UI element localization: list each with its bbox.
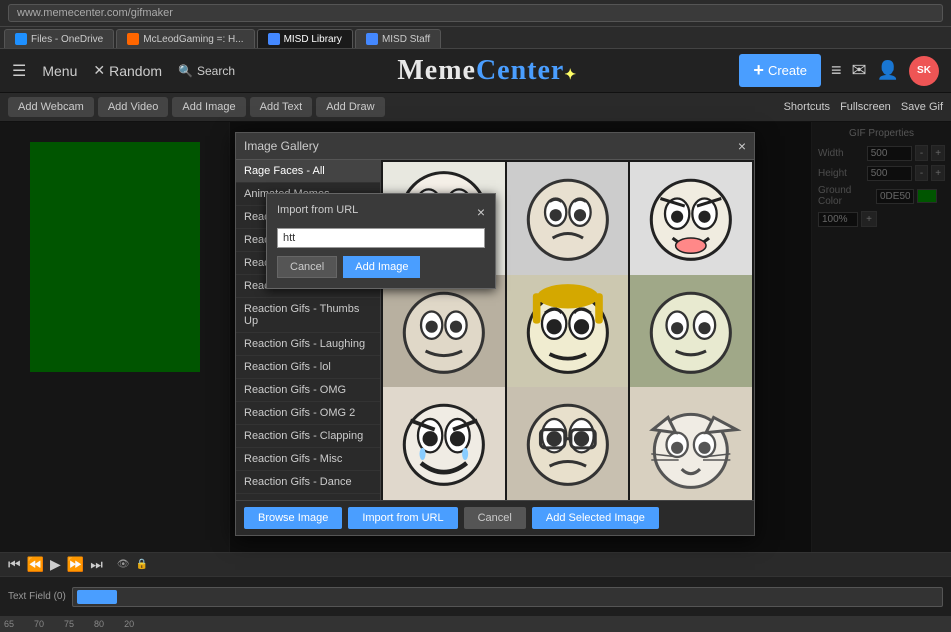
fullscreen-link[interactable]: Fullscreen [840, 101, 891, 113]
main-area: GIF Properties Width - + Height - + Grou… [0, 122, 951, 552]
track-block[interactable] [77, 590, 117, 604]
search-icon: 🔍 [178, 64, 193, 78]
random-icon: ✕ [93, 62, 105, 79]
add-selected-image-button[interactable]: Add Selected Image [532, 507, 659, 529]
timeline-end-btn[interactable]: ⏭ [90, 556, 103, 573]
import-url-input[interactable] [277, 228, 485, 248]
toolbar: Add Webcam Add Video Add Image Add Text … [0, 93, 951, 122]
image-cell-9[interactable] [630, 387, 752, 500]
track-label: Text Field (0) [8, 591, 68, 602]
timeline-controls: ⏮ ⏪ ▶ ⏩ ⏭ 👁 🔒 [0, 553, 951, 577]
timeline-prev-btn[interactable]: ⏪ [27, 556, 44, 573]
category-item-misc[interactable]: Reaction Gifs - Misc [236, 448, 380, 471]
image-cell-2[interactable] [507, 162, 629, 284]
timeline-ruler: 65 70 75 80 20 [0, 616, 951, 632]
timeline-play-btn[interactable]: ▶ [50, 556, 61, 573]
avatar[interactable]: SK [909, 56, 939, 86]
save-gif-link[interactable]: Save Gif [901, 101, 943, 113]
toolbar-right: Shortcuts Fullscreen Save Gif [784, 101, 943, 113]
image-cell-6[interactable] [630, 275, 752, 397]
import-add-button[interactable]: Add Image [343, 256, 420, 278]
tab-mcleod[interactable]: McLeodGaming =: H... [116, 29, 254, 48]
timeline-track: Text Field (0) [0, 577, 951, 616]
menu-link[interactable]: Menu [42, 63, 77, 79]
timeline-eye-icon[interactable]: 👁 [117, 559, 130, 570]
search-area[interactable]: 🔍 Search [178, 64, 235, 78]
category-item-dance[interactable]: Reaction Gifs - Dance [236, 471, 380, 494]
dialog-close-button[interactable]: × [738, 138, 746, 154]
dialog-footer: Browse Image Import from URL Cancel Add … [236, 500, 754, 535]
image-cell-3[interactable] [630, 162, 752, 284]
tab-misd-library[interactable]: MISD Library [257, 29, 353, 48]
tab-misd-staff[interactable]: MISD Staff [355, 29, 441, 48]
add-image-button[interactable]: Add Image [172, 97, 245, 117]
import-url-title: Import from URL × [277, 204, 485, 220]
import-from-url-button[interactable]: Import from URL [348, 507, 457, 529]
image-cell-7[interactable] [383, 387, 505, 500]
menu-lines-icon[interactable]: ≡ [831, 60, 842, 81]
users-icon[interactable]: 👤 [877, 60, 899, 81]
tab-files-onedrive[interactable]: Files - OneDrive [4, 29, 114, 48]
dialog-title-bar: Image Gallery × [236, 133, 754, 160]
image-cell-4[interactable] [383, 275, 505, 397]
track-field [72, 587, 943, 607]
mail-icon[interactable]: ✉ [851, 60, 866, 81]
timeline: ⏮ ⏪ ▶ ⏩ ⏭ 👁 🔒 Text Field (0) 65 70 75 80… [0, 552, 951, 632]
browser-url: www.memecenter.com/gifmaker [8, 4, 943, 22]
category-item-thumbsup[interactable]: Reaction Gifs - Thumbs Up [236, 298, 380, 333]
browser-bar: www.memecenter.com/gifmaker [0, 0, 951, 27]
category-item-clapping[interactable]: Reaction Gifs - Clapping [236, 425, 380, 448]
browse-image-button[interactable]: Browse Image [244, 507, 342, 529]
category-item-omg2[interactable]: Reaction Gifs - OMG 2 [236, 402, 380, 425]
image-cell-8[interactable] [507, 387, 629, 500]
create-button[interactable]: + Create [739, 54, 821, 87]
import-url-dialog: Import from URL × Cancel Add Image [266, 193, 496, 289]
shortcuts-link[interactable]: Shortcuts [784, 101, 830, 113]
category-item-rage-faces[interactable]: Rage Faces - All [236, 160, 380, 183]
logo-area: MemeCenter✦ [235, 55, 739, 87]
dialog-title: Image Gallery [244, 139, 319, 153]
timeline-start-btn[interactable]: ⏮ [8, 556, 21, 573]
timeline-lock-icon[interactable]: 🔒 [136, 559, 148, 570]
category-item-laughing[interactable]: Reaction Gifs - Laughing [236, 333, 380, 356]
logo: MemeCenter✦ [397, 55, 577, 87]
timeline-next-btn[interactable]: ⏩ [67, 556, 84, 573]
app-header: ☰ Menu ✕ Random 🔍 Search MemeCenter✦ + C… [0, 49, 951, 93]
header-left: ☰ Menu ✕ Random 🔍 Search [12, 61, 235, 81]
image-gallery-dialog: Image Gallery × Rage Faces - All Animate… [235, 132, 755, 536]
add-draw-button[interactable]: Add Draw [316, 97, 384, 117]
header-right: + Create ≡ ✉ 👤 SK [739, 54, 939, 87]
add-text-button[interactable]: Add Text [250, 97, 313, 117]
image-cell-5[interactable] [507, 275, 629, 397]
import-url-buttons: Cancel Add Image [277, 256, 485, 278]
import-cancel-button[interactable]: Cancel [277, 256, 337, 278]
random-link[interactable]: ✕ Random [93, 62, 162, 79]
cancel-dialog-button[interactable]: Cancel [464, 507, 526, 529]
browser-tabs: Files - OneDrive McLeodGaming =: H... MI… [0, 27, 951, 49]
hamburger-icon[interactable]: ☰ [12, 61, 26, 81]
plus-icon: + [753, 60, 764, 81]
category-item-lol[interactable]: Reaction Gifs - lol [236, 356, 380, 379]
category-item-omg[interactable]: Reaction Gifs - OMG [236, 379, 380, 402]
add-webcam-button[interactable]: Add Webcam [8, 97, 94, 117]
category-item-dance2[interactable]: Reaction Gifs - Dance 2 [236, 494, 380, 500]
import-url-close-button[interactable]: × [477, 204, 485, 220]
add-video-button[interactable]: Add Video [98, 97, 169, 117]
